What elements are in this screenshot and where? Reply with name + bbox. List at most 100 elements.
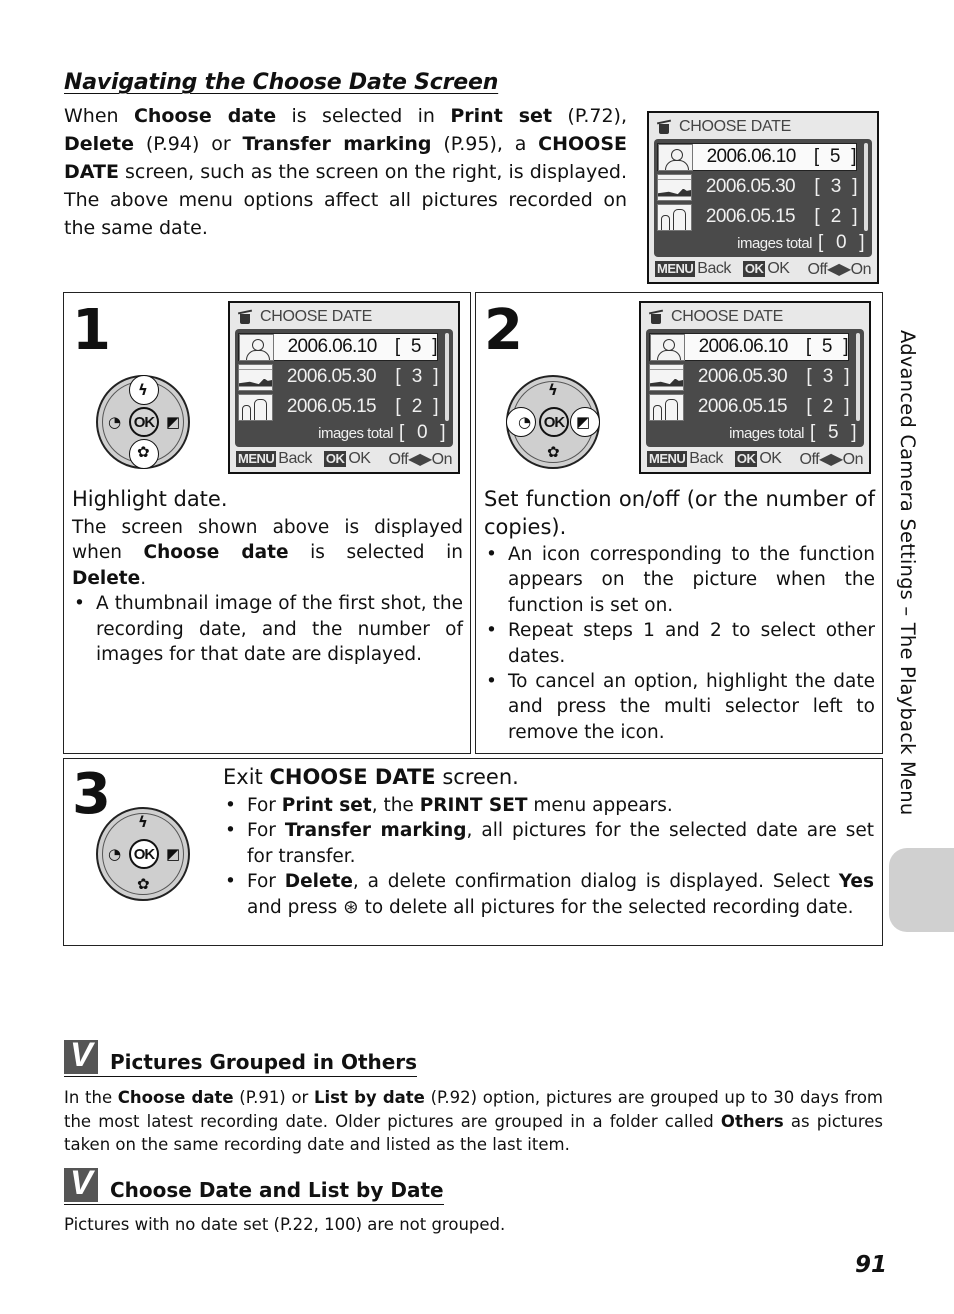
- step-3-box: 3 ϟ ✿ ◔ ◩ OK Exit CHOOSE DATE screen. Fo…: [63, 758, 883, 946]
- head-text: screen.: [435, 765, 519, 789]
- t: and press: [247, 896, 344, 918]
- thumbnail-image: [657, 203, 692, 231]
- date-row[interactable]: 2006.05.15 [2]: [657, 203, 858, 231]
- intro-bold: Transfer marking: [242, 133, 432, 155]
- step-number: 2: [484, 298, 523, 363]
- macro-icon: ✿: [547, 443, 560, 461]
- date-label: 2006.06.10: [706, 146, 797, 167]
- note-title: Pictures Grouped in Others: [110, 1050, 418, 1074]
- self-timer-icon: ◔: [108, 413, 122, 431]
- b: PRINT SET: [419, 795, 528, 816]
- bracket-open: [: [814, 176, 820, 197]
- total-label: images total: [737, 234, 812, 252]
- checkmark-icon: [64, 1036, 98, 1075]
- bracket-close: ]: [852, 176, 857, 197]
- b: Yes: [838, 871, 874, 893]
- thumbnail-image: [658, 143, 693, 171]
- multi-selector: ϟ ✿ ◔ ◩ OK: [506, 375, 600, 469]
- t: , a delete confirmation dialog is displa…: [352, 871, 839, 893]
- total-value: 0: [835, 232, 847, 253]
- note-body: In the Choose date (P.91) or List by dat…: [64, 1086, 883, 1157]
- b: Transfer marking: [284, 820, 467, 842]
- step-heading: Highlight date.: [72, 487, 228, 511]
- count-value: 5: [829, 146, 841, 167]
- chapter-side-label: Advanced Camera Settings – The Playback …: [896, 330, 919, 816]
- multi-selector: ϟ ✿ ◔ ◩ OK: [96, 375, 190, 469]
- note-heading: Choose Date and List by Date: [64, 1164, 444, 1205]
- intro-bold: Print set: [450, 105, 553, 127]
- images-total: images total [0]: [737, 232, 864, 254]
- ok-hint: OK: [767, 260, 790, 277]
- bullet-item: To cancel an option, highlight the date …: [484, 669, 875, 745]
- intro-text: is selected in: [276, 105, 451, 127]
- step-body: An icon corresponding to the function ap…: [484, 542, 875, 745]
- chapter-tab: [889, 848, 954, 932]
- t: to delete all pictures for the selected …: [358, 896, 854, 918]
- step-1-box: 1 ϟ ✿ ◔ ◩ OK Highlight date. The screen …: [63, 292, 471, 754]
- macro-icon: ✿: [137, 443, 150, 461]
- body-text: is selected in: [288, 542, 463, 564]
- thumbnail-image: [657, 173, 692, 201]
- checkmark-icon: [64, 1164, 98, 1203]
- body-text: .: [140, 567, 147, 589]
- lcd-footer: MENU Back OK OK Off◀▶On: [655, 259, 871, 279]
- off-on-hint: Off◀▶On: [807, 261, 872, 278]
- bullet-item: A thumbnail image of the first shot, the…: [72, 591, 463, 667]
- bracket-open: [: [813, 146, 819, 167]
- scrollbar[interactable]: [864, 143, 868, 231]
- count-value: 3: [830, 176, 842, 197]
- image-count: [5]: [813, 146, 857, 168]
- intro-paragraph: When Choose date is selected in Print se…: [64, 102, 627, 242]
- macro-icon: ✿: [137, 875, 150, 893]
- bullet-item: An icon corresponding to the function ap…: [484, 542, 875, 618]
- note-heading: Pictures Grouped in Others: [64, 1036, 418, 1077]
- intro-text: When: [64, 105, 134, 127]
- date-row[interactable]: 2006.06.10 [5]: [657, 143, 857, 171]
- note-body: Pictures with no date set (P.22, 100) ar…: [64, 1213, 883, 1237]
- ok-key-icon: OK: [742, 261, 766, 277]
- head-text: Exit: [223, 765, 270, 789]
- t: (P.91) or: [233, 1088, 315, 1107]
- step-2-box: 2 ϟ ✿ ◔ ◩ OK Set function on/off (or the…: [475, 292, 883, 754]
- back-hint: Back: [697, 260, 731, 277]
- t: Pictures with no date set (P.22, 100) ar…: [64, 1215, 506, 1234]
- date-row[interactable]: 2006.05.30 [3]: [657, 173, 858, 201]
- t: menu appears.: [527, 795, 673, 816]
- total-count: [0]: [818, 232, 864, 254]
- bullet-item: For Delete, a delete confirmation dialog…: [223, 869, 874, 920]
- exposure-comp-icon: ◩: [576, 413, 591, 431]
- image-count: [3]: [814, 176, 857, 198]
- multi-selector: ϟ ✿ ◔ ◩ OK: [96, 807, 190, 901]
- intro-text: (P.94) or: [134, 133, 243, 155]
- step-body: The screen shown above is displayed when…: [72, 515, 463, 667]
- intro-bold: Choose date: [133, 105, 277, 127]
- b: Others: [720, 1111, 784, 1131]
- exposure-comp-icon: ◩: [166, 845, 181, 863]
- t: In the: [64, 1088, 118, 1107]
- step-body: For Print set, the PRINT SET menu appear…: [223, 793, 874, 920]
- date-label: 2006.05.30: [705, 176, 796, 197]
- bullet-list: For Print set, the PRINT SET menu appear…: [223, 793, 874, 920]
- exposure-comp-icon: ◩: [166, 413, 181, 431]
- t: , the: [371, 795, 420, 816]
- bracket-close: ]: [851, 146, 856, 167]
- bullet-item: Repeat steps 1 and 2 to select other dat…: [484, 618, 875, 669]
- ok-button-icon: OK: [129, 839, 159, 869]
- ok-button-icon: OK: [539, 407, 569, 437]
- ok-button-icon: OK: [129, 407, 159, 437]
- intro-bold: Delete: [64, 133, 135, 155]
- head-bold: CHOOSE DATE: [269, 765, 436, 789]
- note-title: Choose Date and List by Date: [110, 1178, 444, 1202]
- date-list: 2006.06.10[5] 2006.05.30[3] 2006.05.15[2] i…: [654, 139, 872, 257]
- lcd-title: CHOOSE DATE: [657, 118, 791, 136]
- t: For: [247, 820, 285, 842]
- bullet-list: A thumbnail image of the first shot, the…: [72, 591, 463, 667]
- flash-icon: ϟ: [548, 381, 558, 399]
- page-number: 91: [855, 1252, 888, 1278]
- image-count: [2]: [814, 206, 857, 228]
- count-value: 2: [830, 206, 842, 227]
- self-timer-icon: ◔: [518, 413, 532, 431]
- t: For: [247, 795, 282, 816]
- section-heading: Navigating the Choose Date Screen: [64, 70, 499, 95]
- t: For: [247, 871, 285, 893]
